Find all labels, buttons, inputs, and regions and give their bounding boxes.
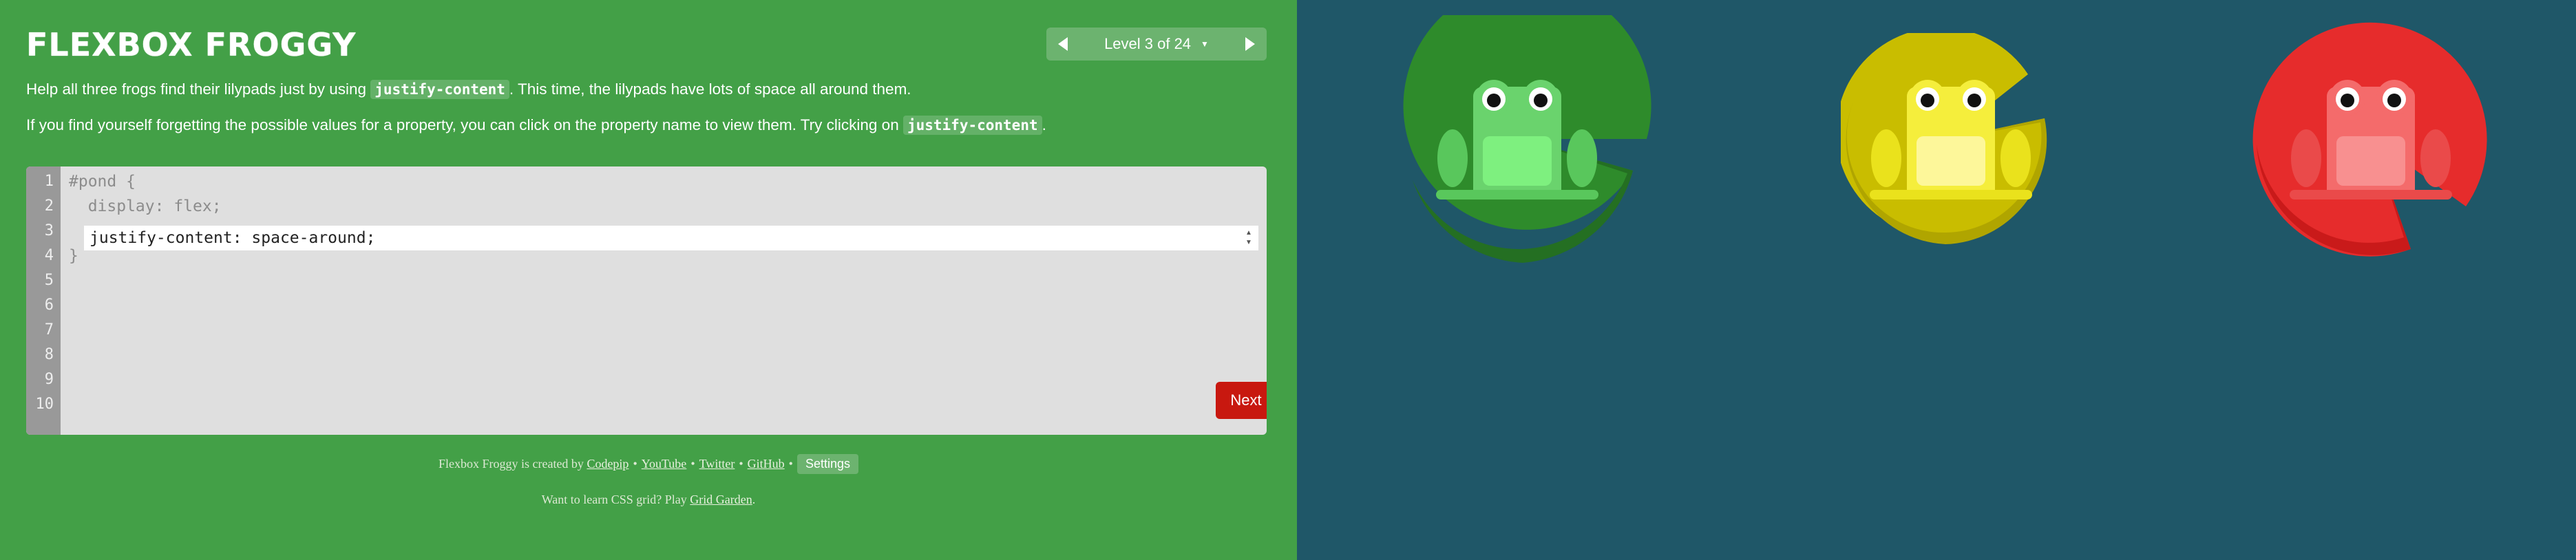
link-codepip[interactable]: Codepip xyxy=(587,457,629,471)
spinner-up-icon: ▲ xyxy=(1245,229,1252,237)
line-number: 8 xyxy=(44,346,54,363)
caret-down-icon: ▼ xyxy=(1201,39,1209,49)
css-editor: 1 2 3 4 5 6 7 8 9 10 #pond { display: fl… xyxy=(26,166,1267,435)
code-line-selector: #pond { xyxy=(69,173,136,191)
settings-button[interactable]: Settings xyxy=(796,454,859,474)
instruction-text: If you find yourself forgetting the poss… xyxy=(26,116,903,133)
property-justify-content[interactable]: justify-content xyxy=(370,80,509,99)
instructions-line-2: If you find yourself forgetting the poss… xyxy=(26,114,1279,136)
instruction-text: . This time, the lilypads have lots of s… xyxy=(509,80,911,98)
level-indicator[interactable]: Level 3 of 24 ▼ xyxy=(1079,35,1234,53)
promo-suffix: . xyxy=(752,493,756,506)
next-button[interactable]: Next xyxy=(1216,382,1267,419)
link-youtube[interactable]: YouTube xyxy=(642,457,687,471)
instructions-line-1: Help all three frogs find their lilypads… xyxy=(26,78,1279,100)
line-number: 5 xyxy=(44,272,54,289)
line-number: 6 xyxy=(44,297,54,314)
arrow-left-icon xyxy=(1058,37,1068,51)
line-number: 4 xyxy=(44,247,54,264)
promo-text: Want to learn CSS grid? Play xyxy=(541,493,690,506)
level-text: Level 3 of 24 xyxy=(1104,35,1192,52)
prev-level-button[interactable] xyxy=(1046,28,1079,61)
line-number-gutter: 1 2 3 4 5 6 7 8 9 10 xyxy=(26,166,61,435)
credits-footer: Flexbox Froggy is created by Codepip • You… xyxy=(0,454,1297,474)
credit-text: Flexbox Froggy is created by xyxy=(438,457,587,471)
separator: • xyxy=(633,457,637,471)
spinner-down-icon: ▼ xyxy=(1245,239,1252,246)
separator: • xyxy=(739,457,743,471)
separator: • xyxy=(690,457,695,471)
link-github[interactable]: GitHub xyxy=(748,457,785,471)
line-number: 3 xyxy=(44,222,54,239)
next-level-button[interactable] xyxy=(1234,28,1267,61)
sidebar: FLEXBOX FROGGY Level 3 of 24 ▼ Help all … xyxy=(0,0,1297,560)
frog-yellow xyxy=(1870,80,2032,200)
line-number: 2 xyxy=(44,197,54,215)
input-spinner[interactable]: ▲ ▼ xyxy=(1243,227,1254,249)
line-number: 1 xyxy=(44,173,54,190)
link-grid-garden[interactable]: Grid Garden xyxy=(690,493,752,506)
code-line-display: display: flex; xyxy=(69,197,222,215)
line-number: 7 xyxy=(44,321,54,338)
link-twitter[interactable]: Twitter xyxy=(699,457,735,471)
pond xyxy=(1297,0,2576,560)
grid-garden-promo: Want to learn CSS grid? Play Grid Garden… xyxy=(0,493,1297,507)
code-line-close: } xyxy=(69,247,78,265)
level-navigator: Level 3 of 24 ▼ xyxy=(1046,28,1267,61)
line-number: 10 xyxy=(35,396,54,413)
instruction-text: . xyxy=(1042,116,1046,133)
instruction-text: Help all three frogs find their lilypads… xyxy=(26,80,371,98)
css-input[interactable] xyxy=(84,226,1258,250)
separator: • xyxy=(788,457,793,471)
frog-red xyxy=(2290,80,2452,200)
property-justify-content[interactable]: justify-content xyxy=(902,116,1042,135)
line-number: 9 xyxy=(44,371,54,388)
frog-green xyxy=(1436,80,1598,200)
arrow-right-icon xyxy=(1245,37,1255,51)
app-title: FLEXBOX FROGGY xyxy=(26,26,357,63)
